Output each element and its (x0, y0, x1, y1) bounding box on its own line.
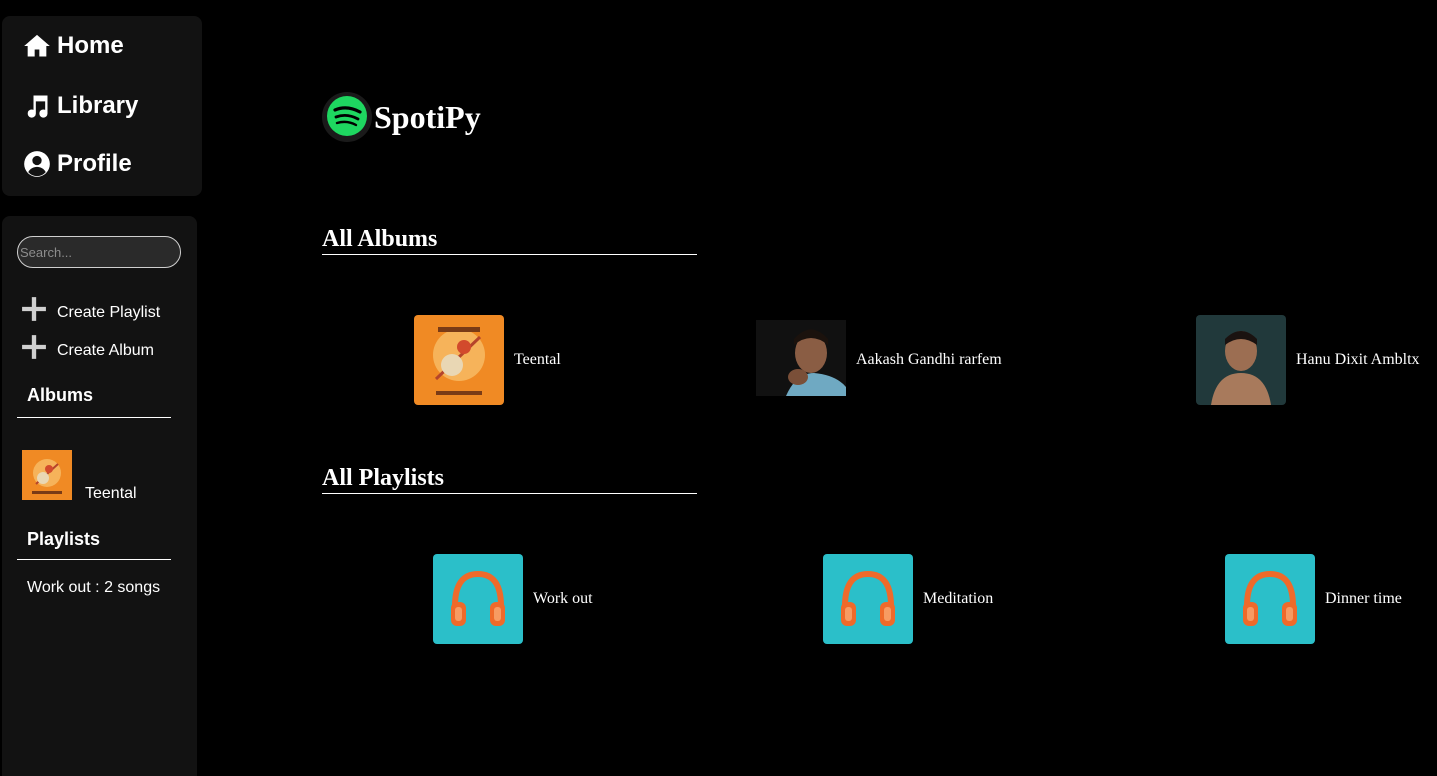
album-title: Hanu Dixit Ambltx (1296, 351, 1420, 368)
music-note-icon (27, 95, 48, 118)
sidebar-library: Create Playlist Create Album Albums Teen… (2, 216, 197, 776)
album-title: Teental (514, 351, 561, 368)
playlist-card[interactable]: Dinner time (1225, 554, 1402, 644)
albums-heading: Albums (27, 385, 94, 405)
headphones-icon (823, 554, 913, 644)
create-album-label: Create Album (57, 342, 154, 359)
playlist-card[interactable]: Meditation (823, 554, 993, 644)
all-playlists-heading: All Playlists (322, 465, 445, 491)
album-card[interactable]: Hanu Dixit Ambltx (1196, 315, 1420, 405)
nav-library[interactable]: Library (23, 92, 138, 120)
nav-home-label: Home (57, 32, 124, 59)
app-title: SpotiPy (374, 98, 481, 135)
album-art-icon (756, 315, 846, 405)
all-albums-heading: All Albums (322, 226, 438, 252)
playlist-title: Dinner time (1325, 590, 1402, 607)
nav-home[interactable]: Home (23, 32, 124, 60)
headphones-icon (1225, 554, 1315, 644)
nav-library-label: Library (57, 92, 139, 119)
nav-profile[interactable]: Profile (23, 150, 132, 178)
user-circle-icon (24, 151, 50, 177)
playlist-title: Meditation (923, 590, 994, 607)
playlist-cover (433, 554, 523, 644)
search-input[interactable] (17, 236, 181, 268)
sidebar-playlist-item[interactable]: Work out : 2 songs (27, 579, 160, 597)
album-card[interactable]: Aakash Gandhi rarfem (756, 315, 1002, 405)
playlist-cover (823, 554, 913, 644)
plus-icon (22, 297, 46, 321)
app-logo: SpotiPy (322, 92, 481, 142)
plus-icon (22, 335, 46, 359)
albums-divider (17, 417, 171, 418)
all-albums-divider (322, 254, 697, 255)
playlists-divider (17, 559, 171, 560)
headphones-icon (433, 554, 523, 644)
nav-profile-label: Profile (57, 150, 132, 177)
album-art-icon (1196, 315, 1286, 405)
playlists-heading: Playlists (27, 529, 101, 549)
album-cover (756, 315, 846, 405)
all-playlists-divider (322, 493, 697, 494)
album-title: Aakash Gandhi rarfem (856, 351, 1002, 368)
create-playlist-label: Create Playlist (57, 304, 161, 321)
spotify-logo-icon (322, 92, 372, 142)
sidebar-album-title[interactable]: Teental (85, 485, 137, 503)
create-album-button[interactable]: Create Album (21, 334, 154, 360)
playlist-cover (1225, 554, 1315, 644)
home-icon (24, 34, 50, 57)
album-cover-thumb[interactable] (22, 450, 72, 500)
playlist-title: Work out (533, 590, 593, 607)
album-art-icon (22, 450, 72, 500)
album-cover (1196, 315, 1286, 405)
album-art-icon (414, 315, 504, 405)
album-cover (414, 315, 504, 405)
sidebar-nav: Home Library Profile (2, 16, 202, 196)
create-playlist-button[interactable]: Create Playlist (21, 296, 160, 322)
playlist-card[interactable]: Work out (433, 554, 593, 644)
album-card[interactable]: Teental (414, 315, 561, 405)
